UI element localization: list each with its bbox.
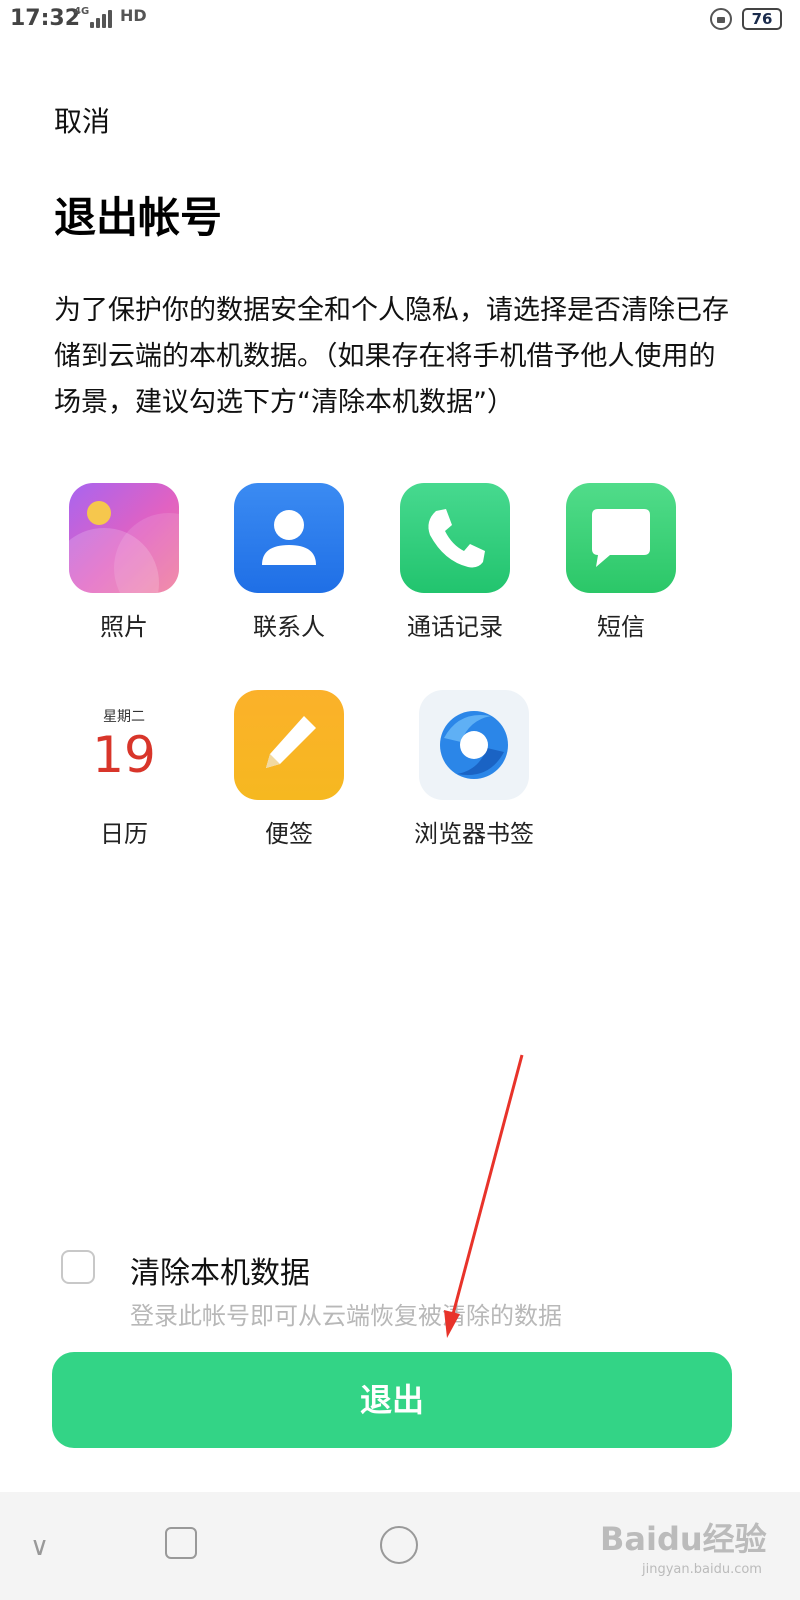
calendar-day: 19 (92, 726, 156, 784)
calendar-weekday: 星期二 (103, 709, 145, 725)
app-label: 照片 (100, 613, 148, 641)
app-label: 通话记录 (407, 613, 503, 641)
rotation-lock-icon (710, 8, 732, 30)
watermark-logo: Baidu经验 (600, 1520, 767, 1558)
watermark-url: jingyan.baidu.com (642, 1562, 762, 1577)
app-item-photos: 照片 (44, 483, 204, 642)
signal-icon (90, 10, 112, 28)
notes-icon (234, 690, 344, 800)
battery-icon: 76 (742, 8, 782, 30)
home-button[interactable] (380, 1526, 418, 1564)
page-title: 退出帐号 (54, 193, 223, 242)
app-label: 便签 (265, 820, 313, 848)
app-item-calendar: 星期二 19 日历 (44, 690, 204, 849)
app-label: 日历 (100, 820, 148, 848)
navigation-bar: ∨ Baidu经验 jingyan.baidu.com (0, 1492, 800, 1600)
calendar-icon: 星期二 19 (69, 690, 179, 800)
app-label: 浏览器书签 (414, 820, 534, 848)
clear-data-checkbox[interactable] (61, 1250, 95, 1284)
app-item-sms: 短信 (541, 483, 701, 642)
logout-button[interactable]: 退出 (52, 1352, 732, 1448)
app-item-call-log: 通话记录 (375, 483, 535, 642)
contacts-icon (234, 483, 344, 593)
app-item-notes: 便签 (209, 690, 369, 849)
app-label: 短信 (597, 613, 645, 641)
phone-icon (400, 483, 510, 593)
clear-data-label[interactable]: 清除本机数据 (130, 1248, 310, 1292)
description-text: 为了保护你的数据安全和个人隐私，请选择是否清除已存储到云端的本机数据。（如果存在… (54, 295, 729, 418)
browser-icon (419, 690, 529, 800)
clear-data-hint: 登录此帐号即可从云端恢复被清除的数据 (130, 1302, 562, 1330)
status-bar: 17:32 4G HD 76 (0, 0, 800, 42)
network-type: 4G (74, 6, 90, 17)
cancel-button[interactable]: 取消 (54, 100, 110, 140)
hd-icon: HD (120, 6, 147, 25)
app-item-contacts: 联系人 (209, 483, 369, 642)
photos-icon (69, 483, 179, 593)
app-label: 联系人 (253, 613, 325, 641)
chevron-down-icon[interactable]: ∨ (30, 1532, 49, 1562)
status-time: 17:32 (10, 6, 81, 31)
sms-icon (566, 483, 676, 593)
recent-apps-button[interactable] (165, 1527, 197, 1559)
app-item-browser-bookmarks: 浏览器书签 (384, 690, 564, 849)
